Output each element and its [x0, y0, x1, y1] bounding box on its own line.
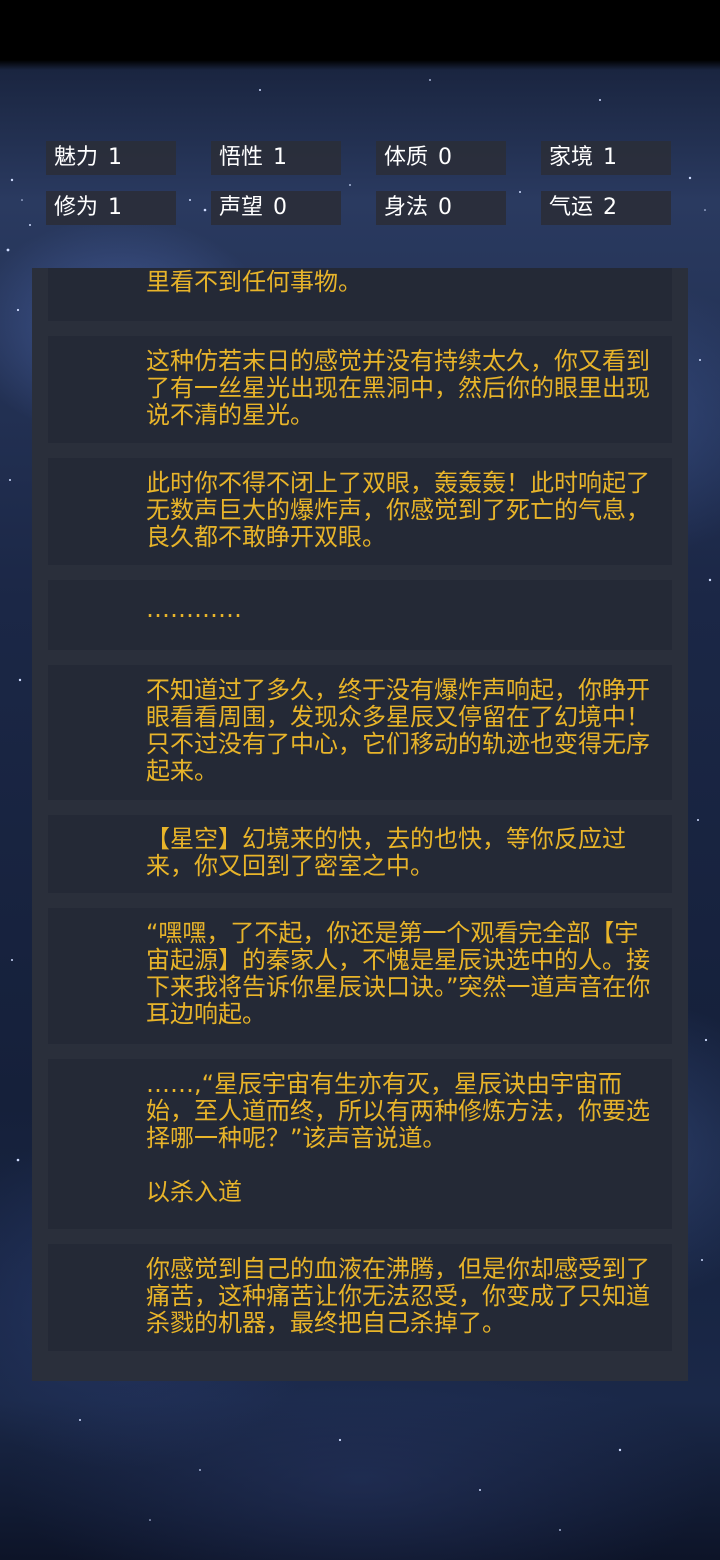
- story-entry: 这种仿若末日的感觉并没有持续太久，你又看到了有一丝星光出现在黑洞中，然后你的眼里…: [48, 336, 672, 443]
- stat-label: 气运: [549, 195, 594, 220]
- stat-luck: 气运 2: [541, 191, 671, 225]
- story-entry-text: “嘿嘿，了不起，你还是第一个观看完全部【宇宙起源】的秦家人，不愧是星辰诀选中的人…: [146, 919, 651, 1028]
- stat-reputation: 声望 0: [211, 191, 341, 225]
- story-entry-text: …………: [146, 595, 242, 623]
- story-entry: ……,“星辰宇宙有生亦有灭，星辰诀由宇宙而始，至人道而终，所以有两种修炼方法，你…: [48, 1059, 672, 1229]
- stat-constitution: 体质 0: [376, 141, 506, 175]
- stat-charm: 魅力 1: [46, 141, 176, 175]
- stat-value: 1: [273, 145, 288, 170]
- story-entry: 此时你不得不闭上了双眼，轰轰轰！此时响起了无数声巨大的爆炸声，你感觉到了死亡的气…: [48, 458, 672, 565]
- story-entry-text: 【星空】幻境来的快，去的也快，等你反应过来，你又回到了密室之中。: [146, 825, 626, 880]
- story-entry-text: 此时你不得不闭上了双眼，轰轰轰！此时响起了无数声巨大的爆炸声，你感觉到了死亡的气…: [146, 469, 650, 551]
- story-entry: 波动更加不稳定起来，当黑便达到极致时，你眼里看不到任何事物。: [48, 268, 672, 321]
- stat-label: 体质: [384, 145, 429, 170]
- stat-value: 1: [108, 195, 123, 220]
- story-entry-text: 这种仿若末日的感觉并没有持续太久，你又看到了有一丝星光出现在黑洞中，然后你的眼里…: [146, 347, 650, 429]
- stat-label: 悟性: [219, 145, 264, 170]
- story-entry-text: 波动更加不稳定起来，当黑便达到极致时，你眼里看不到任何事物。: [146, 268, 650, 296]
- stat-value: 0: [438, 195, 453, 220]
- stat-label: 魅力: [54, 145, 99, 170]
- stat-label: 家境: [549, 145, 594, 170]
- story-entry: 你感觉到自己的血液在沸腾，但是你却感受到了痛苦，这种痛苦让你无法忍受，你变成了只…: [48, 1244, 672, 1351]
- stat-value: 1: [108, 145, 123, 170]
- stat-value: 0: [438, 145, 453, 170]
- story-entry: 【星空】幻境来的快，去的也快，等你反应过来，你又回到了密室之中。: [48, 815, 672, 893]
- stat-label: 修为: [54, 195, 99, 220]
- story-entry-text: 不知道过了多久，终于没有爆炸声响起，你睁开眼看看周围，发现众多星辰又停留在了幻境…: [146, 676, 650, 785]
- story-entry: …………: [48, 580, 672, 650]
- stat-comprehension: 悟性 1: [211, 141, 341, 175]
- stat-agility: 身法 0: [376, 191, 506, 225]
- stat-cultivation: 修为 1: [46, 191, 176, 225]
- story-entry-text: ……,“星辰宇宙有生亦有灭，星辰诀由宇宙而始，至人道而终，所以有两种修炼方法，你…: [146, 1070, 650, 1152]
- stat-label: 身法: [384, 195, 429, 220]
- attribute-panel: 魅力 1 悟性 1 体质 0 家境 1 修为 1 声望 0 身法 0 气运 2: [46, 141, 674, 225]
- story-log-panel[interactable]: 波动更加不稳定起来，当黑便达到极致时，你眼里看不到任何事物。 这种仿若末日的感觉…: [32, 268, 688, 1381]
- stat-label: 声望: [219, 195, 264, 220]
- stat-value: 0: [273, 195, 288, 220]
- stat-value: 1: [603, 145, 618, 170]
- story-entry: 不知道过了多久，终于没有爆炸声响起，你睁开眼看看周围，发现众多星辰又停留在了幻境…: [48, 665, 672, 800]
- stat-value: 2: [603, 195, 618, 220]
- choice-option[interactable]: 以杀入道: [146, 1179, 660, 1206]
- stat-family: 家境 1: [541, 141, 671, 175]
- story-entry: “嘿嘿，了不起，你还是第一个观看完全部【宇宙起源】的秦家人，不愧是星辰诀选中的人…: [48, 908, 672, 1044]
- story-entry-text: 你感觉到自己的血液在沸腾，但是你却感受到了痛苦，这种痛苦让你无法忍受，你变成了只…: [146, 1255, 650, 1337]
